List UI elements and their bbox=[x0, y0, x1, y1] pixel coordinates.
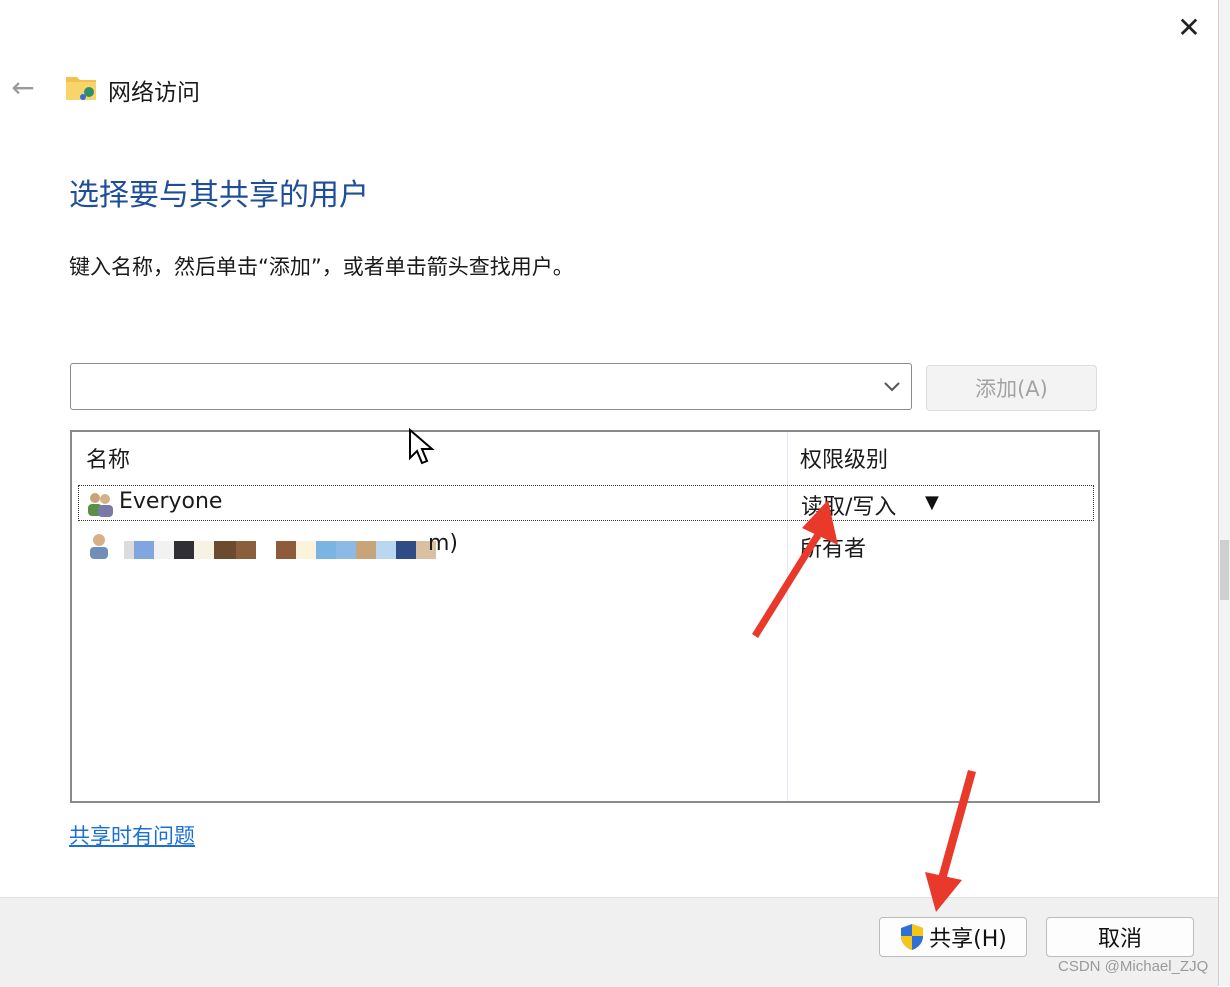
instruction-text: 键入名称，然后单击“添加”，或者单击箭头查找用户。 bbox=[69, 255, 574, 279]
dialog-footer bbox=[0, 897, 1218, 987]
share-button-label: 共享(H) bbox=[929, 927, 1007, 952]
close-button[interactable]: ✕ bbox=[1170, 8, 1208, 46]
user-name-input[interactable] bbox=[77, 370, 871, 404]
sharing-help-link[interactable]: 共享时有问题 bbox=[69, 820, 195, 850]
users-group-icon bbox=[88, 493, 113, 517]
column-header-permission[interactable]: 权限级别 bbox=[800, 442, 888, 474]
cancel-button[interactable]: 取消 bbox=[1046, 917, 1194, 957]
watermark: CSDN @Michael_ZJQ bbox=[1058, 958, 1209, 975]
back-button[interactable]: ← bbox=[6, 70, 40, 104]
redacted-user-name bbox=[124, 541, 436, 559]
column-header-name[interactable]: 名称 bbox=[86, 442, 130, 474]
network-folder-icon bbox=[66, 77, 96, 100]
window-title: 网络访问 bbox=[108, 80, 200, 106]
page-heading: 选择要与其共享的用户 bbox=[69, 178, 369, 213]
list-item-everyone[interactable]: Everyone 读取/写入 ▼ bbox=[78, 485, 1094, 521]
chevron-down-icon bbox=[884, 382, 900, 392]
permission-level-dropdown[interactable]: 读取/写入 bbox=[801, 489, 896, 521]
uac-shield-icon bbox=[901, 924, 924, 950]
back-arrow-icon: ← bbox=[11, 70, 35, 104]
close-icon: ✕ bbox=[1177, 10, 1201, 44]
permission-level-text: 所有者 bbox=[800, 537, 867, 562]
mouse-cursor-icon bbox=[409, 428, 435, 465]
scrollbar-thumb[interactable] bbox=[1220, 540, 1229, 600]
user-name: Everyone bbox=[119, 489, 223, 514]
dropdown-chevron-button[interactable] bbox=[877, 370, 907, 402]
user-icon bbox=[90, 534, 108, 559]
shared-users-list[interactable]: 名称 权限级别 Everyone 读取/写入 ▼ m) 所有者 bbox=[70, 430, 1100, 803]
window-scrollbar[interactable] bbox=[1218, 0, 1230, 986]
user-name-tail: m) bbox=[428, 531, 459, 556]
add-button[interactable]: 添加(A) bbox=[926, 365, 1097, 411]
share-button[interactable]: 共享(H) bbox=[879, 917, 1027, 957]
user-name-combobox[interactable] bbox=[70, 363, 912, 410]
list-item-owner[interactable]: m) 所有者 bbox=[78, 528, 1094, 564]
permission-caret-icon[interactable]: ▼ bbox=[925, 492, 939, 513]
